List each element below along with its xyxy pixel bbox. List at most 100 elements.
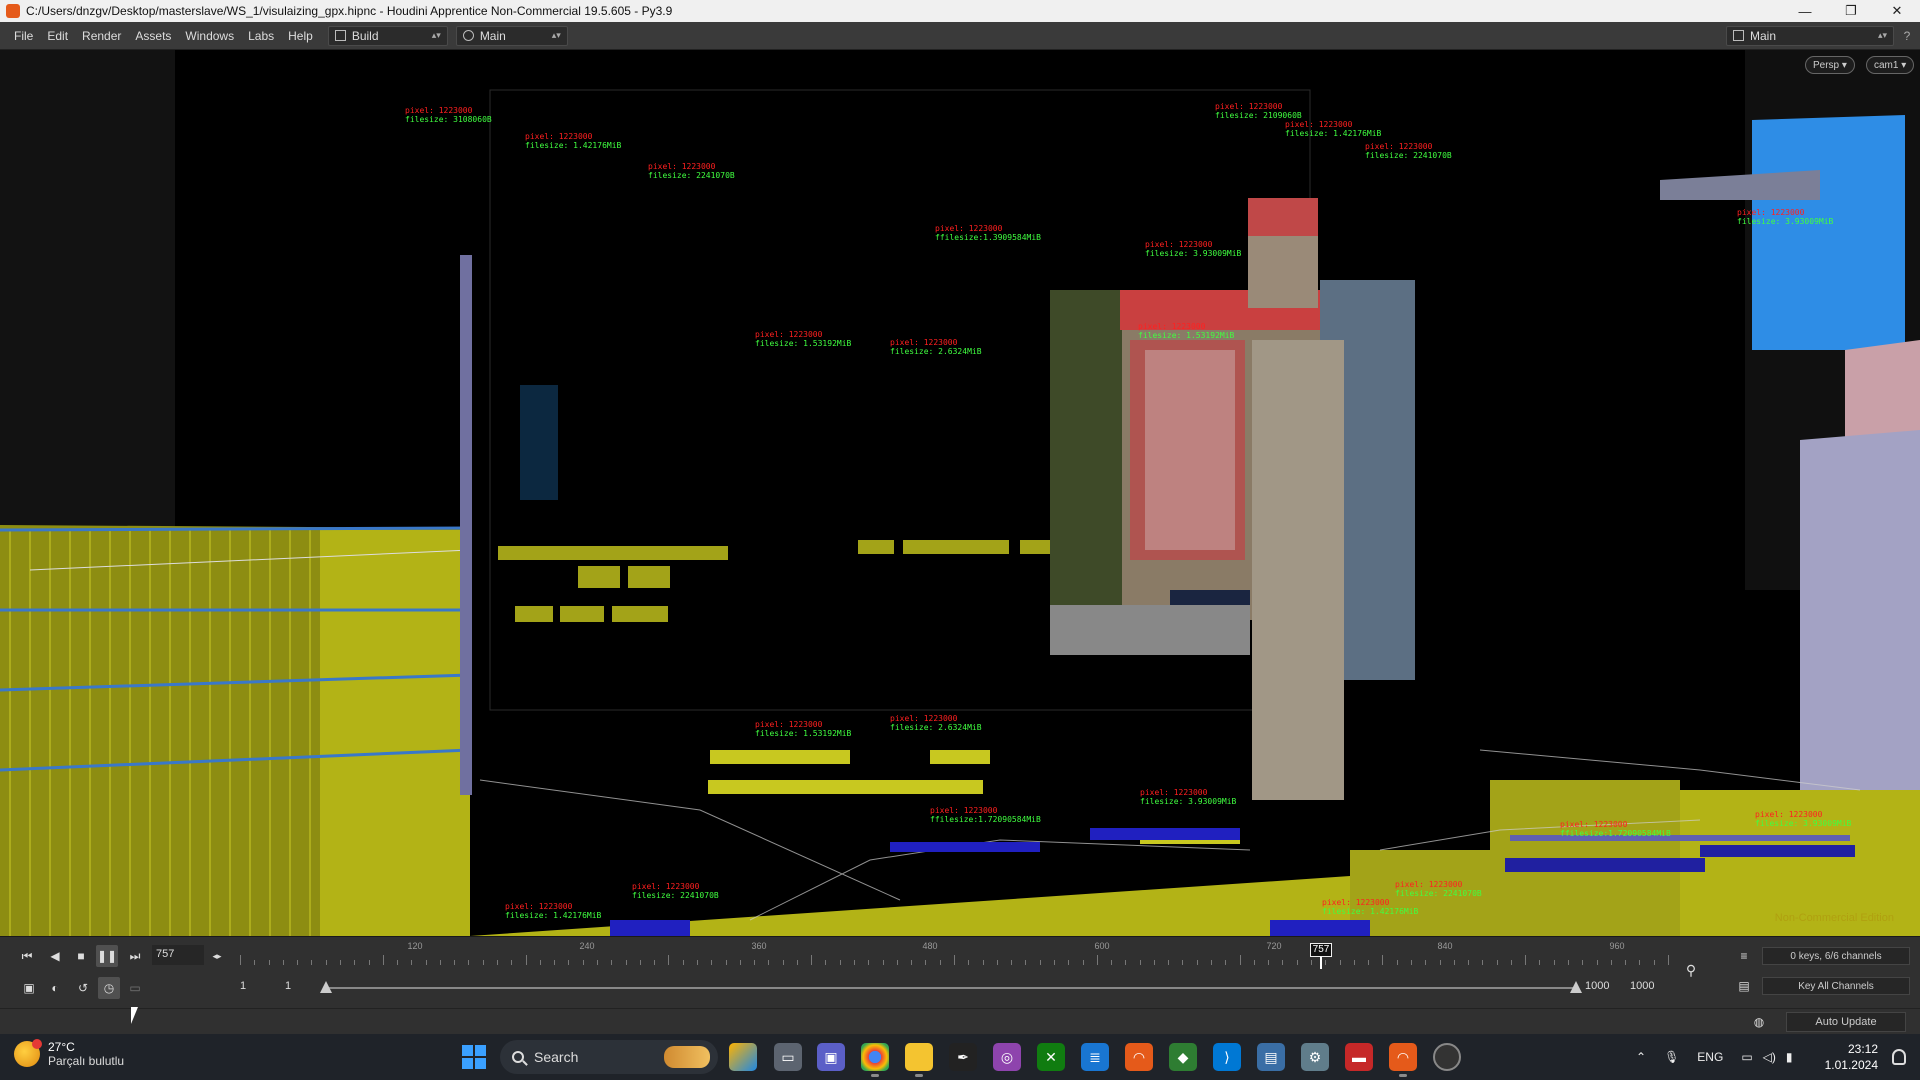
- desktop-select[interactable]: Build ▴▾: [327, 25, 448, 46]
- runtime-select[interactable]: Main ▴▾: [1726, 25, 1894, 46]
- jump-to-start-icon[interactable]: ⏮: [16, 945, 38, 967]
- camera-view-menu[interactable]: Persp ▾: [1805, 56, 1855, 74]
- chrome-icon[interactable]: [861, 1043, 889, 1077]
- minimize-button[interactable]: —: [1782, 0, 1828, 22]
- range-slider[interactable]: [320, 981, 1582, 993]
- timeline-tick: [811, 955, 813, 965]
- houdini-icon[interactable]: ◠: [1389, 1043, 1417, 1077]
- microphone-icon[interactable]: 🎙: [1664, 1050, 1679, 1064]
- loop-icon[interactable]: ↺: [72, 977, 94, 999]
- settings-icon[interactable]: ⚙: [1301, 1043, 1329, 1071]
- taskbar-search[interactable]: Search: [500, 1040, 718, 1074]
- file-explorer-icon[interactable]: [905, 1043, 933, 1077]
- volume-icon[interactable]: ◁): [1763, 1050, 1776, 1064]
- channel-list-icon[interactable]: ≡: [1733, 945, 1755, 967]
- range-start-field-2[interactable]: 1: [285, 980, 291, 992]
- timeline-tick: [1039, 960, 1041, 965]
- audio-icon[interactable]: ◐: [44, 977, 66, 999]
- realtime-toggle-icon[interactable]: ▣: [18, 977, 40, 999]
- screenshot-icon[interactable]: ▤: [1257, 1043, 1285, 1071]
- range-start-handle[interactable]: [320, 981, 332, 993]
- notification-bell-icon[interactable]: [1892, 1049, 1906, 1065]
- timeline-tick: [1225, 960, 1227, 965]
- menu-labs[interactable]: Labs: [241, 29, 281, 43]
- network-tray-icon[interactable]: ▭: [1741, 1050, 1752, 1064]
- inkscape-icon[interactable]: ✒: [949, 1043, 977, 1071]
- scene-viewport[interactable]: Persp ▾ cam1 ▾ pixel: 1223000 filesize: 3…: [0, 50, 1920, 936]
- menu-windows[interactable]: Windows: [178, 29, 241, 43]
- taskbar-clock[interactable]: 23:12 1.01.2024: [1825, 1041, 1878, 1073]
- range-lock-icon[interactable]: ▭: [124, 977, 146, 999]
- close-button[interactable]: ✕: [1874, 0, 1920, 22]
- gpx-label: pixel: 1223000 ffilesize:1.72090584MiB: [930, 806, 1041, 824]
- key-all-icon[interactable]: ▤: [1733, 975, 1755, 997]
- range-start-field[interactable]: 1: [240, 980, 246, 992]
- maximize-button[interactable]: ❐: [1828, 0, 1874, 22]
- clock-icon[interactable]: ◷: [98, 977, 120, 999]
- git-icon[interactable]: ◆: [1169, 1043, 1197, 1071]
- chat-icon[interactable]: ◍: [1748, 1011, 1770, 1033]
- vscode-icon[interactable]: ⟩: [1213, 1043, 1241, 1071]
- timeline-tick: [554, 960, 556, 965]
- timeline-tick: [325, 960, 327, 965]
- task-view-icon[interactable]: ▭: [774, 1043, 802, 1071]
- language-indicator[interactable]: ENG: [1697, 1050, 1723, 1064]
- timeline-tick: [1539, 960, 1541, 965]
- menu-assets[interactable]: Assets: [128, 29, 178, 43]
- help-icon[interactable]: ?: [1894, 29, 1920, 43]
- timeline-tick: [411, 960, 413, 965]
- timeline-tick: [497, 960, 499, 965]
- gpx-label: pixel: 1223000 ffilesize:1.72090584MiB: [1560, 820, 1671, 838]
- weather-widget[interactable]: 27°C Parçalı bulutlu: [14, 1039, 124, 1068]
- menu-edit[interactable]: Edit: [40, 29, 75, 43]
- viewport-scene: [0, 50, 1920, 936]
- current-frame-field[interactable]: 757: [152, 945, 204, 965]
- acrobat-icon[interactable]: ▬: [1345, 1043, 1373, 1071]
- range-end-handle[interactable]: [1570, 981, 1582, 993]
- range-end-field[interactable]: 1000: [1585, 980, 1609, 992]
- widgets-icon[interactable]: [729, 1043, 757, 1071]
- timeline-tick: [1325, 960, 1327, 965]
- stop-icon[interactable]: ■: [70, 945, 92, 967]
- range-end-field-2[interactable]: 1000: [1630, 980, 1654, 992]
- play-reverse-icon[interactable]: ◀: [44, 945, 66, 967]
- menu-render[interactable]: Render: [75, 29, 128, 43]
- timeline-tick: [1125, 960, 1127, 965]
- pause-icon[interactable]: ❚❚: [96, 945, 118, 967]
- obs-icon[interactable]: [1433, 1043, 1461, 1071]
- menu-help[interactable]: Help: [281, 29, 320, 43]
- timeline-tick: [1610, 960, 1612, 965]
- timeline-tick: [1353, 960, 1355, 965]
- windows-start-icon[interactable]: [462, 1045, 486, 1069]
- gpx-label: pixel: 1223000 filesize: 1.53192MiB: [755, 720, 852, 738]
- notes-icon[interactable]: ≣: [1081, 1043, 1109, 1071]
- timeline-tick: [311, 960, 313, 965]
- houdini-launcher-icon[interactable]: ◠: [1125, 1043, 1153, 1071]
- key-icon[interactable]: ⚲: [1680, 959, 1702, 981]
- timeline-tick: [682, 960, 684, 965]
- jump-to-end-icon[interactable]: ⏭: [124, 945, 146, 967]
- tick-label: 120: [407, 941, 423, 951]
- tray-overflow-icon[interactable]: ⌃: [1636, 1050, 1646, 1064]
- xbox-icon[interactable]: ✕: [1037, 1043, 1065, 1071]
- network-select[interactable]: Main ▴▾: [455, 25, 568, 46]
- timeline-ruler[interactable]: 120 240 360 480 600 720 840 960 757: [240, 941, 1669, 969]
- current-frame-marker[interactable]: 757: [1310, 943, 1332, 957]
- gpx-label: pixel: 1223000 filesize: 2.6324MiB: [890, 338, 982, 356]
- timeline-tick: [768, 960, 770, 965]
- auto-update-select[interactable]: Auto Update: [1786, 1012, 1906, 1032]
- timeline-tick: [825, 960, 827, 965]
- battery-icon[interactable]: ▮: [1786, 1050, 1793, 1064]
- timeline-tick: [796, 960, 798, 965]
- timeline-tick: [754, 960, 756, 965]
- key-all-channels-button[interactable]: Key All Channels: [1762, 977, 1910, 995]
- menu-file[interactable]: File: [0, 29, 40, 43]
- teams-icon[interactable]: ▣: [817, 1043, 845, 1071]
- timeline-tick: [468, 960, 470, 965]
- step-frame-icon[interactable]: ◂▸: [206, 945, 228, 967]
- timeline-tick: [982, 960, 984, 965]
- timeline-tick: [1139, 960, 1141, 965]
- camera-select[interactable]: cam1 ▾: [1866, 56, 1915, 74]
- camera-app-icon[interactable]: ◎: [993, 1043, 1021, 1071]
- search-highlight-art: [664, 1046, 710, 1068]
